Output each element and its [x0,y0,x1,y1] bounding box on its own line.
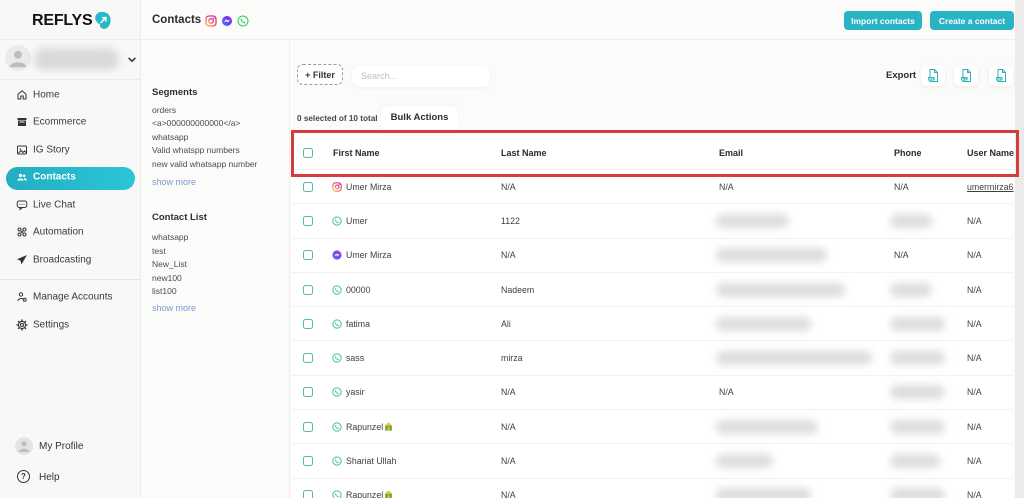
svg-text:PDF: PDF [929,78,934,81]
svg-text:CSV: CSV [997,78,1002,81]
svg-text:XLS: XLS [962,78,967,81]
